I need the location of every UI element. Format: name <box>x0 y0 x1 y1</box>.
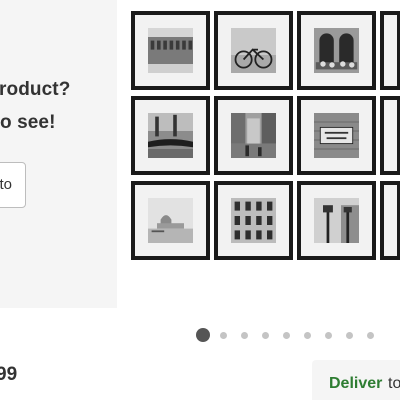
gallery-frame-partial[interactable] <box>380 11 400 90</box>
delivery-box[interactable]: Deliver to <box>312 360 400 400</box>
promo-subtext: o see! <box>0 112 56 133</box>
photo-canal <box>231 113 276 158</box>
carousel-dot[interactable] <box>262 332 269 339</box>
photo-gondolas <box>148 113 193 158</box>
promo-button[interactable]: to <box>0 162 26 208</box>
carousel-dot[interactable] <box>346 332 353 339</box>
carousel-dot[interactable] <box>367 332 374 339</box>
gallery-frame[interactable] <box>131 96 210 175</box>
photo-basilica <box>148 198 193 243</box>
carousel-dot[interactable] <box>241 332 248 339</box>
gallery-frame[interactable] <box>131 11 210 90</box>
photo-window-flowers <box>314 28 359 73</box>
gallery-frame[interactable] <box>214 96 293 175</box>
deliver-label: Deliver <box>329 375 383 392</box>
gallery-frame[interactable] <box>297 11 376 90</box>
gallery-frame[interactable] <box>131 181 210 260</box>
promo-panel: roduct? o see! to <box>0 0 117 308</box>
product-gallery[interactable] <box>131 11 400 261</box>
carousel-dot[interactable] <box>220 332 227 339</box>
photo-palazzo-facade <box>231 198 276 243</box>
carousel-dot-active[interactable] <box>196 328 210 342</box>
product-price: 99 <box>0 364 18 385</box>
deliver-location: to <box>388 375 400 392</box>
gallery-frame[interactable] <box>297 96 376 175</box>
gallery-frame[interactable] <box>214 11 293 90</box>
promo-question: roduct? <box>0 79 71 100</box>
gallery-frame[interactable] <box>214 181 293 260</box>
photo-via-roma-sign <box>314 113 359 158</box>
photo-street-lamp <box>314 198 359 243</box>
carousel-dot[interactable] <box>325 332 332 339</box>
photo-bicycle <box>231 28 276 73</box>
carousel-dots[interactable] <box>196 328 400 342</box>
gallery-frame-partial[interactable] <box>380 181 400 260</box>
carousel-dot[interactable] <box>283 332 290 339</box>
carousel-dot[interactable] <box>304 332 311 339</box>
gallery-frame[interactable] <box>297 181 376 260</box>
photo-arcade-building <box>148 28 193 73</box>
gallery-frame-partial[interactable] <box>380 96 400 175</box>
